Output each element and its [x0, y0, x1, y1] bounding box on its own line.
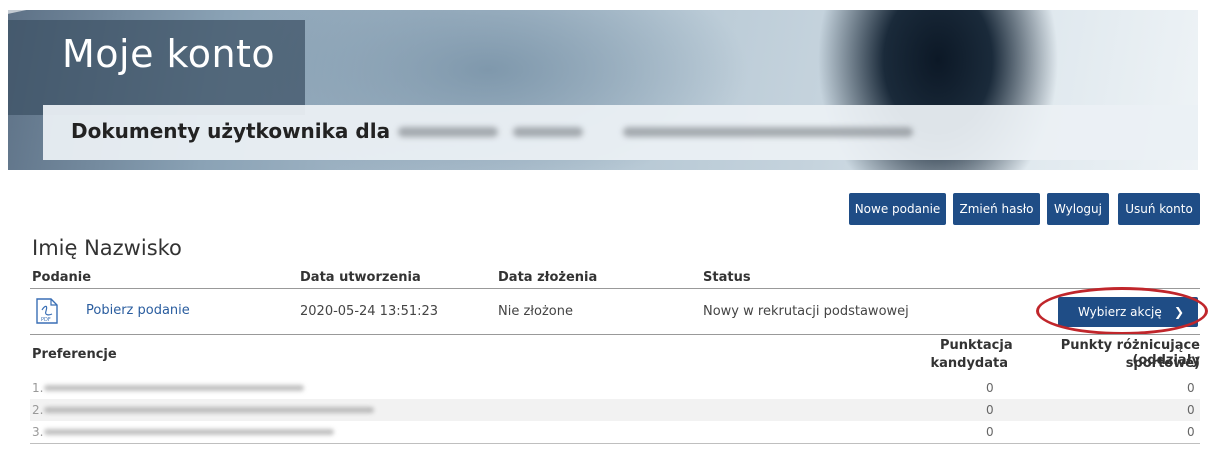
table-divider	[30, 443, 1200, 444]
download-submission-link[interactable]: Pobierz podanie	[86, 303, 190, 318]
preference-number: 2.	[32, 403, 44, 417]
diff-points-cell: 0	[1187, 425, 1195, 439]
status-cell: Nowy w rekrutacji podstawowej	[703, 304, 909, 319]
score-cell: 0	[986, 403, 994, 417]
score-header-line2: kandydata	[930, 356, 1008, 371]
table-divider	[30, 288, 1200, 289]
submitted-date-cell: Nie złożone	[498, 304, 573, 319]
logout-button[interactable]: Wyloguj	[1047, 193, 1109, 225]
preference-row: 3. 0 0	[30, 421, 1200, 443]
diff-points-cell: 0	[1187, 381, 1195, 395]
user-name: Imię Nazwisko	[32, 236, 182, 260]
redacted-school-name	[623, 127, 913, 137]
page-title: Moje konto	[62, 32, 276, 76]
column-header-podanie: Podanie	[32, 270, 92, 285]
subtitle-bar: Dokumenty użytkownika dla	[43, 105, 1198, 160]
column-header-submitted: Data złożenia	[498, 270, 598, 285]
score-cell: 0	[986, 425, 994, 439]
redacted-school-name	[398, 127, 498, 137]
preferences-header: Preferencje	[32, 347, 117, 362]
preference-number: 3.	[32, 425, 44, 439]
score-cell: 0	[986, 381, 994, 395]
new-submission-button[interactable]: Nowe podanie	[849, 193, 946, 225]
delete-account-button[interactable]: Usuń konto	[1118, 193, 1200, 225]
pdf-file-icon[interactable]: PDF	[36, 298, 58, 324]
change-password-button[interactable]: Zmień hasło	[953, 193, 1040, 225]
preference-number: 1.	[32, 381, 44, 395]
redacted-preference	[44, 385, 304, 391]
table-divider	[30, 334, 1200, 335]
preference-row: 1. 0 0	[30, 377, 1200, 399]
column-header-created: Data utworzenia	[300, 270, 421, 285]
redacted-preference	[44, 429, 334, 435]
preference-row: 2. 0 0	[30, 399, 1200, 421]
redacted-preference	[44, 407, 374, 413]
page-subtitle: Dokumenty użytkownika dla	[71, 119, 391, 143]
diff-points-cell: 0	[1187, 403, 1195, 417]
banner-decoration	[8, 10, 225, 18]
created-date-cell: 2020-05-24 13:51:23	[300, 304, 439, 319]
redacted-school-name	[513, 127, 583, 137]
highlight-ellipse	[1036, 287, 1208, 335]
svg-text:PDF: PDF	[41, 317, 51, 323]
score-header-line1: Punktacja	[940, 338, 1013, 353]
column-header-status: Status	[703, 270, 751, 285]
header-banner: Moje konto Dokumenty użytkownika dla	[8, 10, 1198, 170]
diff-points-header-line2: sportowe)	[1125, 356, 1200, 371]
